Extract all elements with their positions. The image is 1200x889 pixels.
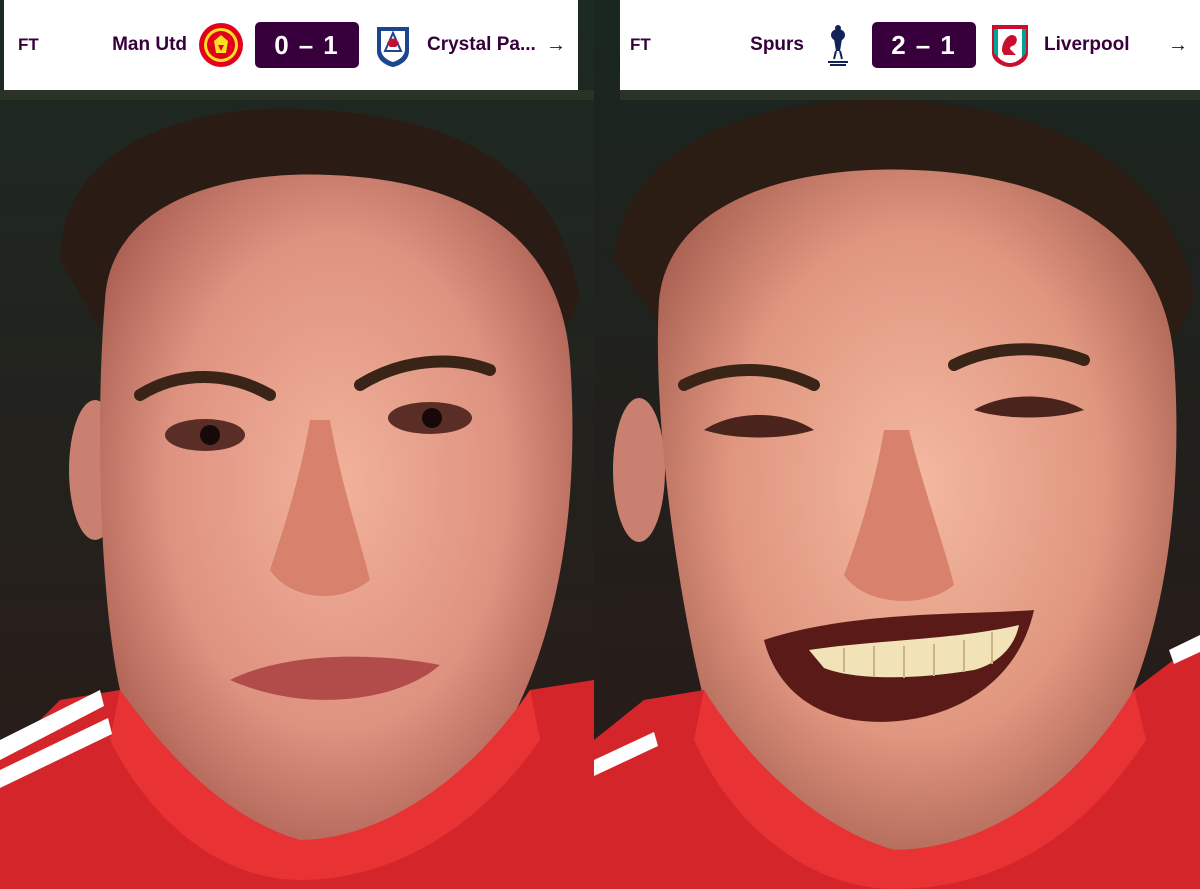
match-result-bar[interactable]: FT Spurs 2 – 1 Liverpool → bbox=[620, 0, 1200, 90]
away-team-name: Liverpool bbox=[1044, 34, 1130, 55]
crying-fan-photo bbox=[0, 0, 594, 889]
score-separator: – bbox=[915, 29, 933, 60]
score-box: 2 – 1 bbox=[872, 22, 976, 68]
home-team-name: Man Utd bbox=[112, 34, 187, 55]
crystal-palace-crest-icon bbox=[377, 27, 409, 67]
meme-image: FT Man Utd 0 – 1 Crystal Pa... → FT Spur… bbox=[0, 0, 1200, 889]
away-score: 1 bbox=[323, 29, 340, 60]
match-status: FT bbox=[630, 35, 651, 54]
home-score: 0 bbox=[274, 29, 291, 60]
away-team-name: Crystal Pa... bbox=[427, 34, 536, 55]
scorebar-shadow bbox=[620, 90, 1200, 100]
scorebar-shadow bbox=[0, 90, 594, 100]
tottenham-hotspur-crest-icon bbox=[828, 25, 848, 66]
score-box: 0 – 1 bbox=[255, 22, 359, 68]
left-panel: FT Man Utd 0 – 1 Crystal Pa... → bbox=[0, 0, 594, 889]
home-team-name: Spurs bbox=[750, 34, 804, 55]
manchester-united-crest-icon bbox=[199, 23, 243, 67]
match-result-bar[interactable]: FT Man Utd 0 – 1 Crystal Pa... → bbox=[4, 0, 578, 90]
home-score: 2 bbox=[891, 29, 908, 60]
liverpool-crest-icon bbox=[992, 25, 1028, 67]
away-score: 1 bbox=[940, 29, 957, 60]
arrow-right-icon[interactable]: → bbox=[542, 34, 566, 57]
arrow-right-icon[interactable]: → bbox=[1164, 34, 1188, 57]
score-separator: – bbox=[298, 29, 316, 60]
smiling-fan-photo bbox=[594, 0, 1200, 889]
right-panel: FT Spurs 2 – 1 Liverpool → bbox=[594, 0, 1200, 889]
match-status: FT bbox=[18, 35, 39, 54]
